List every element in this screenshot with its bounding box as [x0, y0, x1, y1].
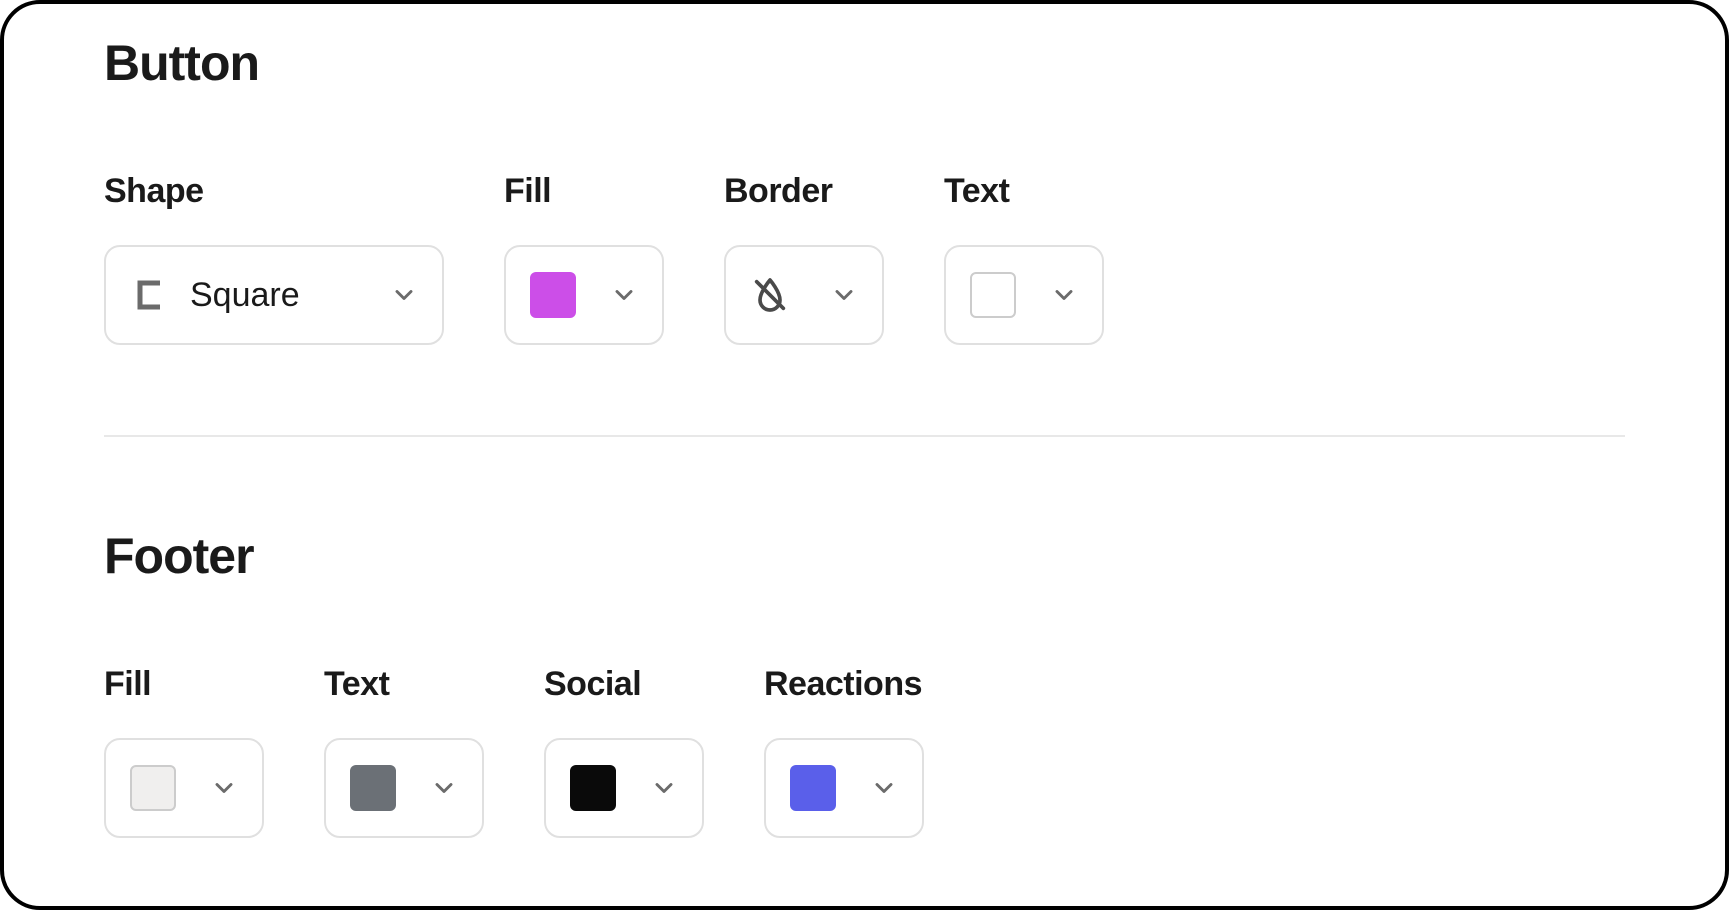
dropdown-shape[interactable]: Square — [104, 245, 444, 345]
dropdown-footer-text[interactable] — [324, 738, 484, 838]
swatch-footer-reactions — [790, 765, 836, 811]
label-footer-fill: Fill — [104, 665, 264, 704]
field-footer-text: Text — [324, 665, 484, 838]
square-shape-icon — [130, 275, 170, 315]
label-footer-social: Social — [544, 665, 704, 704]
button-row: Shape Square Fill Border — [104, 172, 1625, 345]
swatch-button-text — [970, 272, 1016, 318]
label-shape: Shape — [104, 172, 444, 211]
section-divider — [104, 435, 1625, 437]
chevron-down-icon — [650, 774, 678, 802]
settings-panel: Button Shape Square Fill — [0, 0, 1729, 910]
footer-row: Fill Text Social — [104, 665, 1625, 838]
label-button-text: Text — [944, 172, 1104, 211]
chevron-down-icon — [830, 281, 858, 309]
swatch-footer-text — [350, 765, 396, 811]
chevron-down-icon — [1050, 281, 1078, 309]
label-button-fill: Fill — [504, 172, 664, 211]
dropdown-footer-fill[interactable] — [104, 738, 264, 838]
chevron-down-icon — [390, 281, 418, 309]
label-footer-text: Text — [324, 665, 484, 704]
field-button-fill: Fill — [504, 172, 664, 345]
section-title-button: Button — [104, 34, 1625, 92]
field-footer-social: Social — [544, 665, 704, 838]
dropdown-footer-reactions[interactable] — [764, 738, 924, 838]
section-title-footer: Footer — [104, 527, 1625, 585]
dropdown-footer-social[interactable] — [544, 738, 704, 838]
dropdown-button-border[interactable] — [724, 245, 884, 345]
swatch-button-fill — [530, 272, 576, 318]
chevron-down-icon — [870, 774, 898, 802]
chevron-down-icon — [210, 774, 238, 802]
label-footer-reactions: Reactions — [764, 665, 924, 704]
field-footer-fill: Fill — [104, 665, 264, 838]
field-footer-reactions: Reactions — [764, 665, 924, 838]
label-button-border: Border — [724, 172, 884, 211]
dropdown-button-fill[interactable] — [504, 245, 664, 345]
field-button-text: Text — [944, 172, 1104, 345]
droplet-off-icon — [750, 275, 790, 315]
chevron-down-icon — [610, 281, 638, 309]
dropdown-shape-value: Square — [190, 276, 300, 315]
swatch-footer-social — [570, 765, 616, 811]
field-shape: Shape Square — [104, 172, 444, 345]
swatch-footer-fill — [130, 765, 176, 811]
field-button-border: Border — [724, 172, 884, 345]
dropdown-button-text[interactable] — [944, 245, 1104, 345]
chevron-down-icon — [430, 774, 458, 802]
